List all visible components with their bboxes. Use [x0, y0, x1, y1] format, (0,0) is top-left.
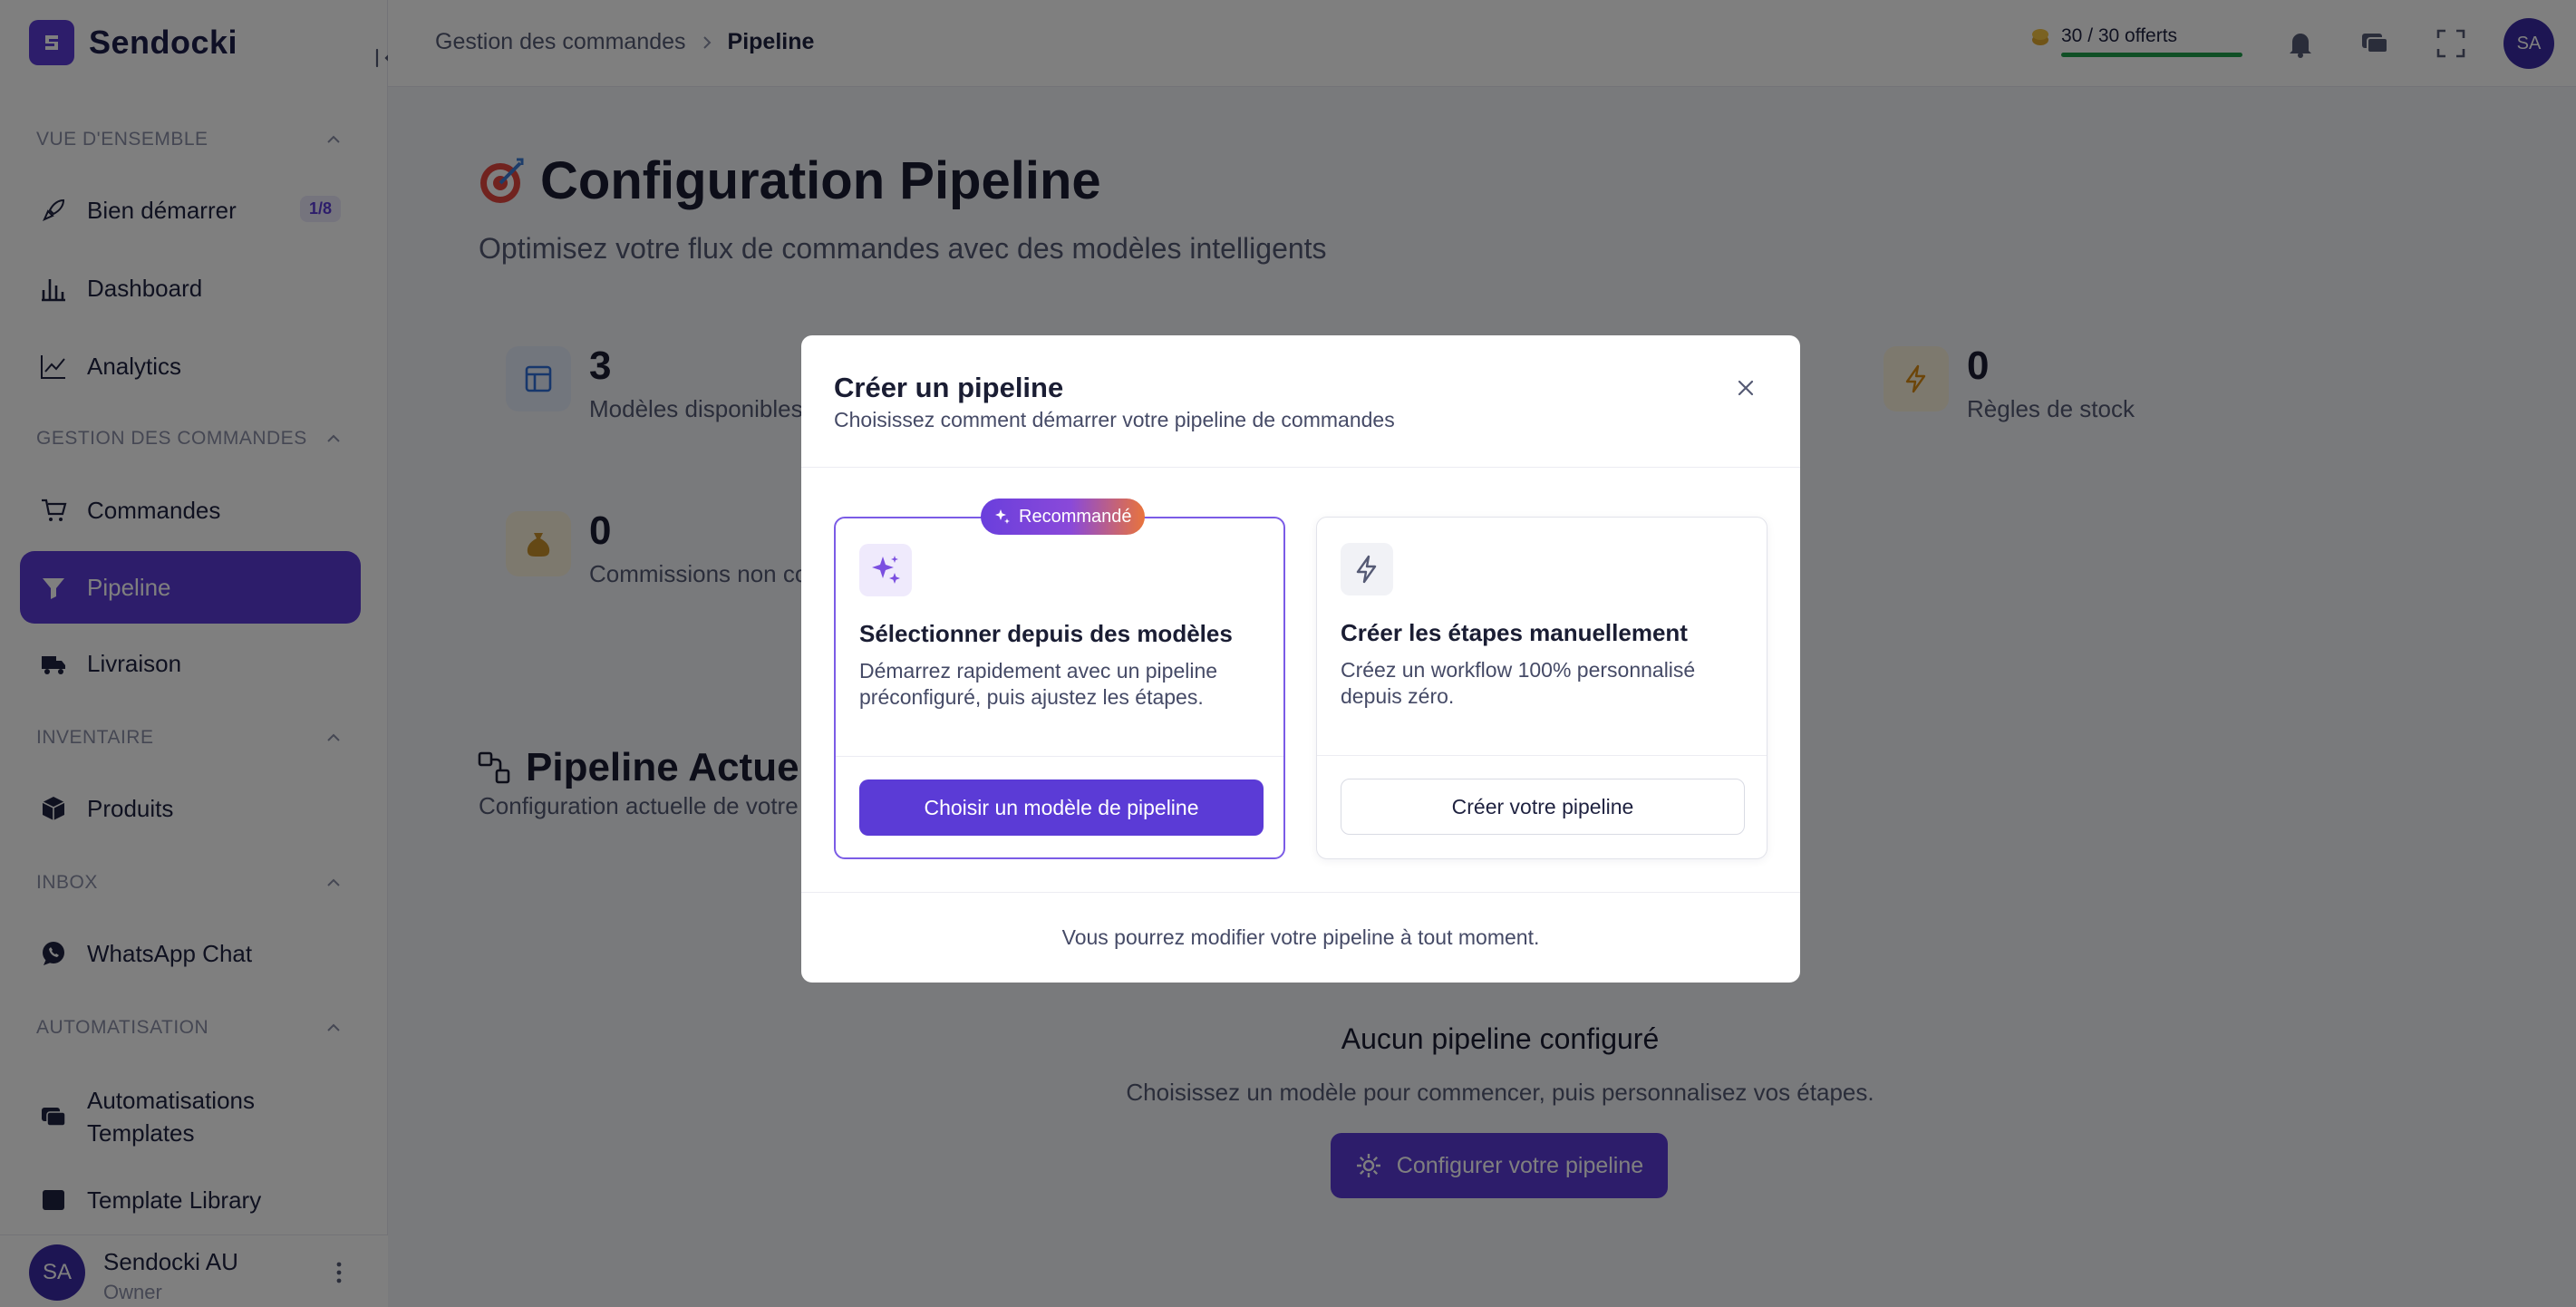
- option-description: Créez un workflow 100% personnalisé depu…: [1341, 658, 1696, 708]
- option-card-manual[interactable]: Créer les étapes manuellement Créez un w…: [1316, 517, 1767, 859]
- sparkles-icon: [995, 509, 1010, 524]
- modal-footer-note: Vous pourrez modifier votre pipeline à t…: [1061, 925, 1540, 949]
- modal-subtitle: Choisissez comment démarrer votre pipeli…: [834, 408, 1395, 431]
- modal-footer: Vous pourrez modifier votre pipeline à t…: [801, 892, 1800, 983]
- option-title: Créer les étapes manuellement: [1341, 619, 1688, 646]
- recommended-badge: Recommandé: [981, 499, 1145, 535]
- create-pipeline-modal: Créer un pipeline Choisissez comment dém…: [801, 335, 1800, 983]
- modal-header: Créer un pipeline Choisissez comment dém…: [801, 335, 1800, 468]
- option-title: Sélectionner depuis des modèles: [859, 620, 1233, 647]
- option-card-templates[interactable]: Recommandé Sélectionner depuis des modèl…: [834, 499, 1285, 859]
- close-icon[interactable]: [1731, 373, 1760, 402]
- divider: [1317, 755, 1767, 756]
- option-description: Démarrez rapidement avec un pipeline pré…: [859, 659, 1218, 709]
- create-pipeline-button[interactable]: Créer votre pipeline: [1341, 779, 1745, 835]
- choose-template-button[interactable]: Choisir un modèle de pipeline: [859, 779, 1264, 836]
- bolt-icon: [1341, 543, 1393, 595]
- sparkles-icon: [859, 544, 912, 596]
- modal-title: Créer un pipeline: [834, 372, 1064, 403]
- divider: [836, 756, 1283, 757]
